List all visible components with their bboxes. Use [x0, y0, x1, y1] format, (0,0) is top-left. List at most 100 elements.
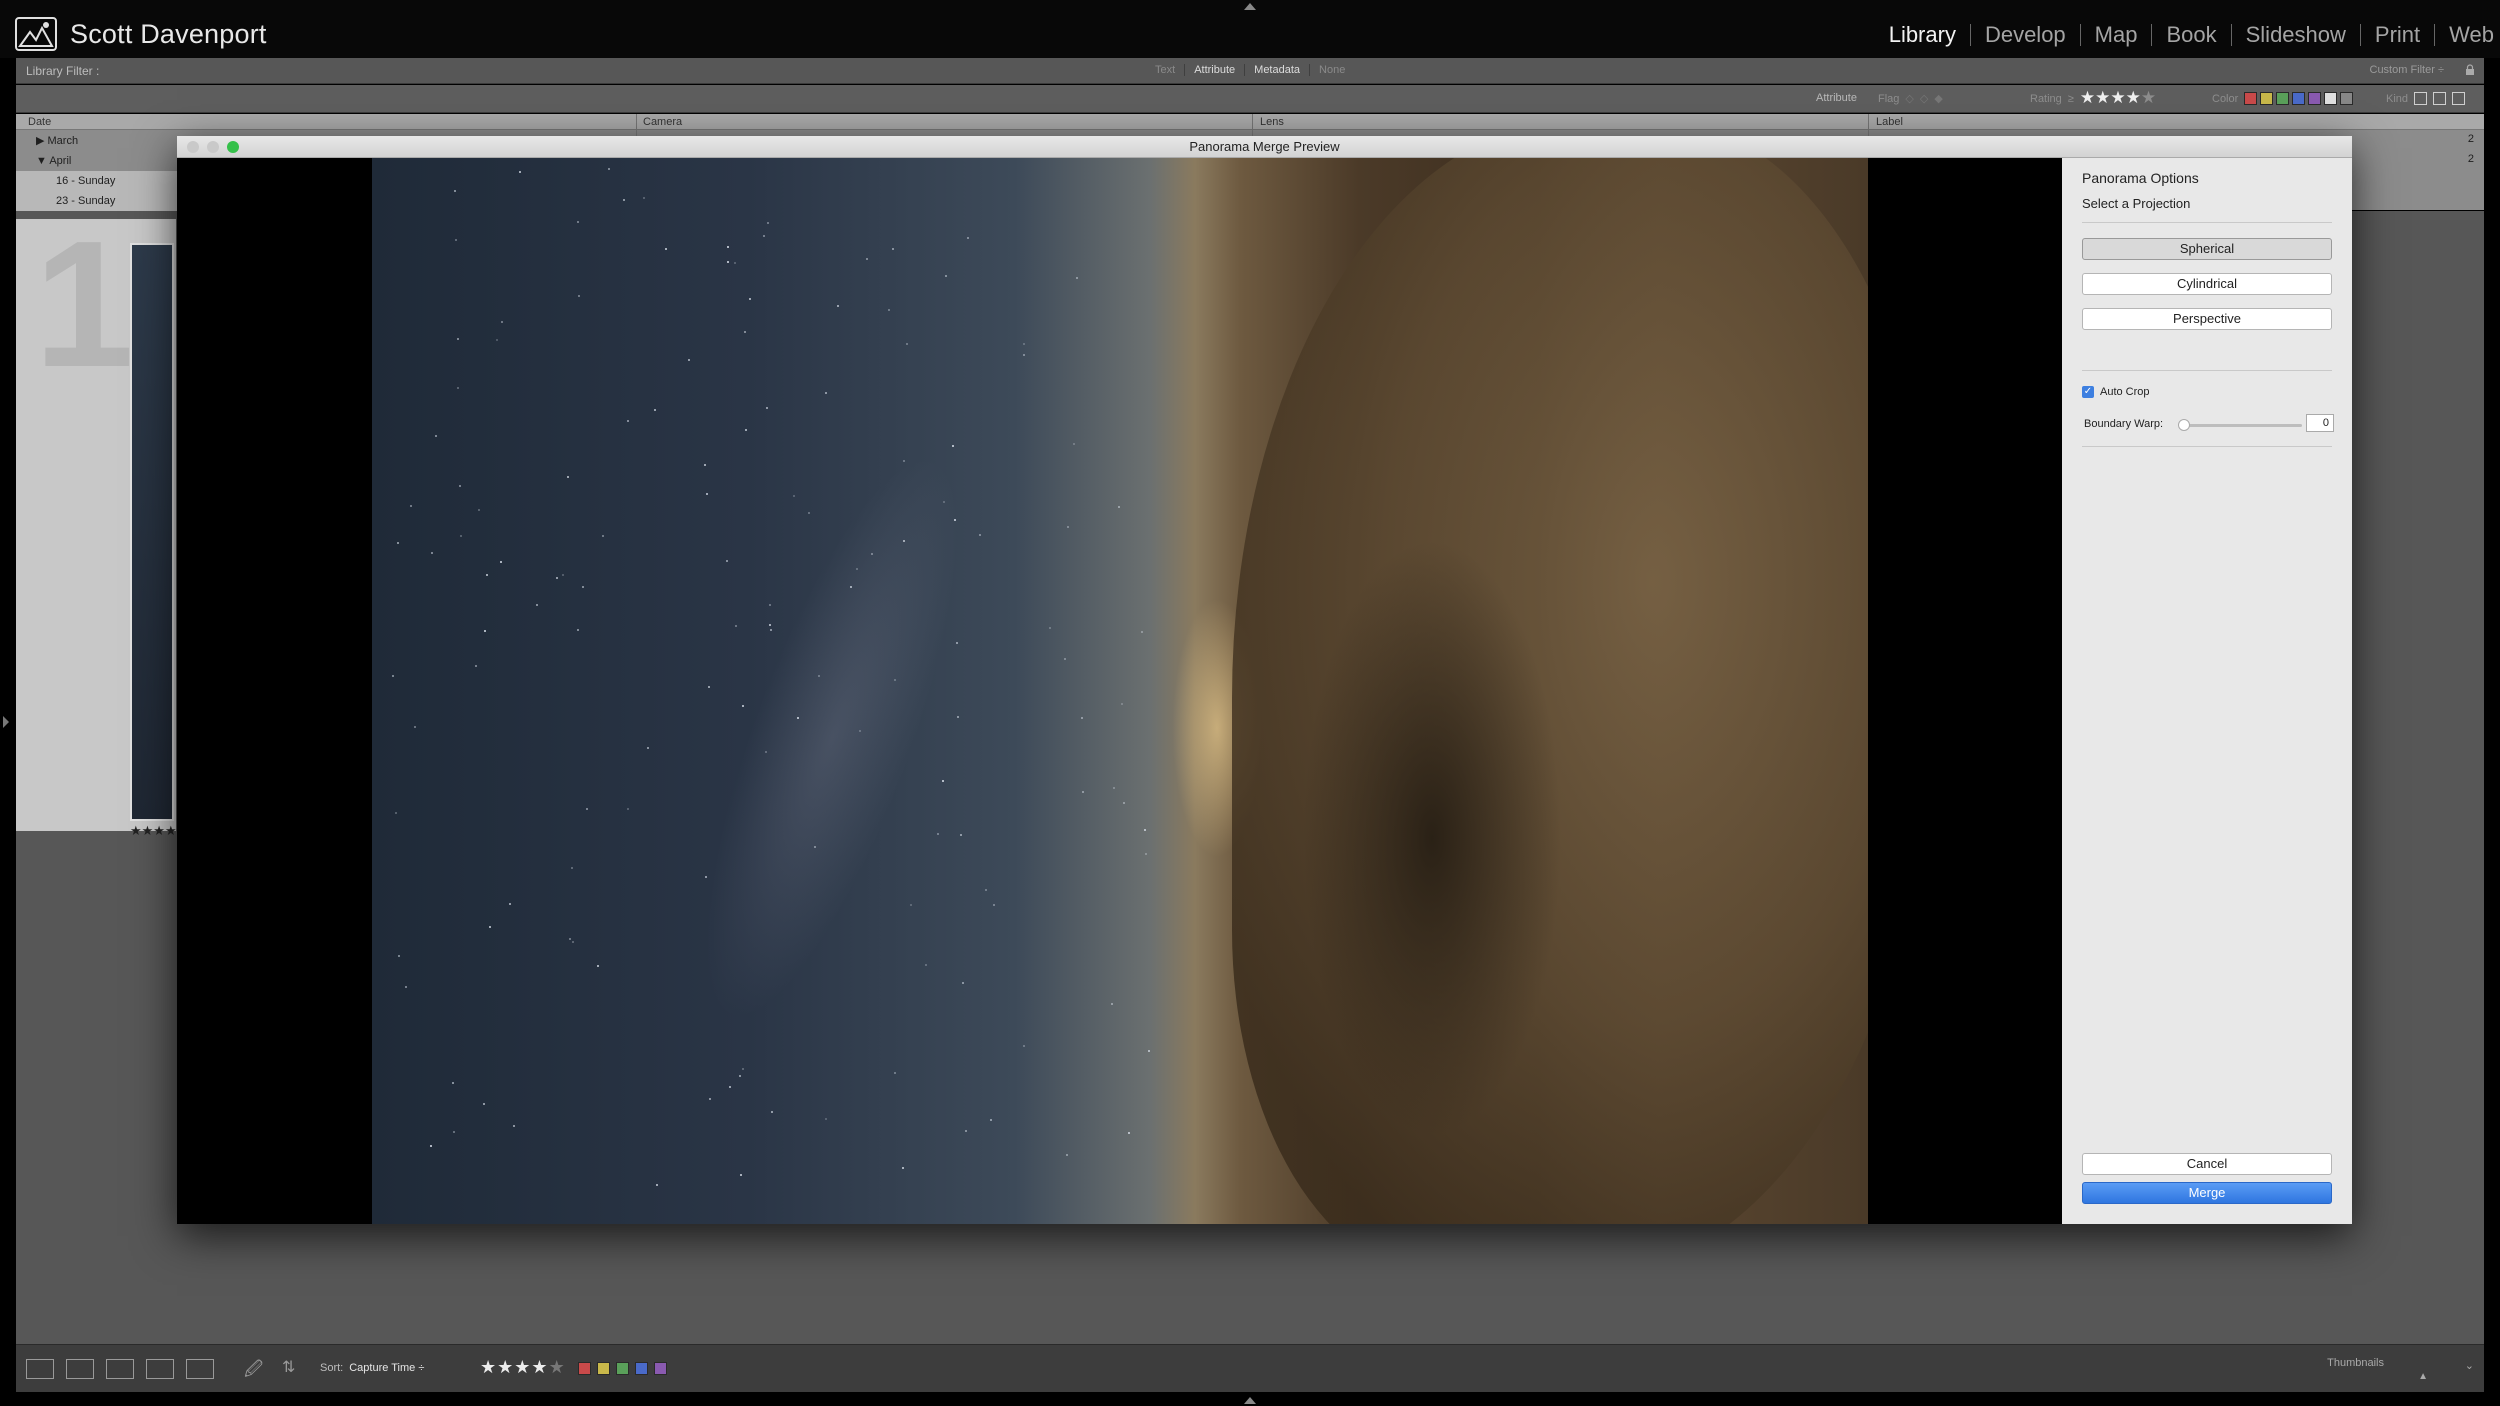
filmstrip-toggle[interactable]	[1244, 1397, 1256, 1404]
module-library[interactable]: Library	[1875, 24, 1971, 46]
rating-stars[interactable]: ★★★★★	[480, 1357, 566, 1378]
merge-button[interactable]: Merge	[2082, 1182, 2332, 1204]
disclosure-right-icon[interactable]: ▶	[36, 135, 48, 147]
star-icon[interactable]: ★	[2080, 88, 2095, 107]
people-view-icon[interactable]	[186, 1359, 214, 1379]
flag-reject-icon[interactable]: ◆	[1934, 92, 1942, 105]
column-camera[interactable]: Camera	[643, 116, 682, 128]
perspective-button[interactable]: Perspective	[2082, 308, 2332, 330]
auto-crop-checkbox[interactable]: ✓	[2082, 386, 2094, 398]
sky-star	[577, 221, 580, 224]
color-label-swatch[interactable]	[2292, 92, 2306, 105]
sky-star	[597, 965, 600, 968]
star-icon[interactable]: ★	[497, 1357, 514, 1377]
thumbnail-size-slider[interactable]: ▲	[2418, 1371, 2428, 1382]
module-print[interactable]: Print	[2361, 24, 2436, 46]
sky-star	[936, 832, 939, 835]
sort-control[interactable]: Sort: Capture Time ÷	[320, 1362, 424, 1374]
sky-star	[578, 294, 581, 297]
star-icon[interactable]: ★	[531, 1357, 548, 1377]
module-slideshow[interactable]: Slideshow	[2232, 24, 2361, 46]
color-label-swatch[interactable]	[578, 1362, 591, 1375]
sky-star	[394, 812, 397, 815]
filter-tab-none[interactable]: None	[1310, 64, 1354, 76]
top-panel-toggle[interactable]	[1244, 3, 1256, 10]
flag-unflagged-icon[interactable]: ◇	[1920, 92, 1928, 105]
column-date[interactable]: Date	[28, 116, 51, 128]
disclosure-down-icon[interactable]: ▼	[36, 155, 49, 167]
sky-star	[956, 716, 959, 719]
cylindrical-button[interactable]: Cylindrical	[2082, 273, 2332, 295]
color-label-swatch[interactable]	[654, 1362, 667, 1375]
star-icon[interactable]: ★	[480, 1357, 497, 1377]
kind-virtual-copy-icon[interactable]	[2433, 92, 2447, 105]
color-label-swatch[interactable]	[2276, 92, 2290, 105]
sky-star	[397, 542, 400, 545]
lock-icon[interactable]	[2464, 64, 2476, 76]
sky-star	[764, 751, 767, 754]
sky-star	[643, 196, 646, 199]
sky-star	[456, 337, 459, 340]
module-develop[interactable]: Develop	[1971, 24, 2081, 46]
module-web[interactable]: Web	[2435, 24, 2500, 46]
color-label-swatch[interactable]	[635, 1362, 648, 1375]
compare-view-icon[interactable]	[106, 1359, 134, 1379]
toolbar-menu-icon[interactable]: ⌄	[2465, 1359, 2474, 1372]
module-map[interactable]: Map	[2081, 24, 2153, 46]
boundary-warp-track[interactable]	[2180, 424, 2302, 427]
boundary-warp-value-field[interactable]: 0	[2306, 414, 2334, 432]
identity-plate[interactable]: Scott Davenport	[14, 14, 267, 54]
star-icon[interactable]: ★	[2095, 88, 2110, 107]
sort-value[interactable]: Capture Time ÷	[349, 1362, 424, 1374]
sky-star	[734, 261, 737, 264]
thumbnail-image[interactable]	[130, 243, 174, 821]
spherical-button[interactable]: Spherical	[2082, 238, 2332, 260]
sky-star	[901, 1167, 904, 1170]
module-book[interactable]: Book	[2152, 24, 2232, 46]
dialog-titlebar[interactable]: Panorama Merge Preview	[177, 136, 2352, 158]
color-label-swatch[interactable]	[2324, 92, 2338, 105]
filter-tab-metadata[interactable]: Metadata	[1245, 64, 1311, 76]
star-icon[interactable]: ★	[2110, 88, 2125, 107]
star-icon[interactable]: ★	[549, 1357, 566, 1377]
loupe-view-icon[interactable]	[66, 1359, 94, 1379]
sky-star	[430, 1144, 433, 1147]
color-label-swatch[interactable]	[2340, 92, 2354, 105]
color-label-swatch[interactable]	[616, 1362, 629, 1375]
boundary-warp-slider[interactable]	[2178, 419, 2190, 431]
grid-view-icon[interactable]	[26, 1359, 54, 1379]
auto-crop-label: Auto Crop	[2100, 386, 2150, 398]
filter-tab-attribute[interactable]: Attribute	[1185, 64, 1246, 76]
sky-star	[1067, 526, 1070, 529]
star-icon[interactable]: ★	[2141, 88, 2156, 107]
flag-pick-icon[interactable]: ◇	[1905, 92, 1913, 105]
star-icon[interactable]: ★	[2126, 88, 2141, 107]
rating-filter-stars[interactable]: ★★★★★	[2080, 89, 2156, 106]
rating-operator[interactable]: ≥	[2068, 93, 2074, 105]
auto-crop-option[interactable]: ✓ Auto Crop	[2082, 386, 2150, 398]
dune-shadow	[1302, 538, 1562, 1138]
identity-logo-icon	[15, 17, 57, 51]
sky-star	[741, 705, 744, 708]
sky-star	[1144, 853, 1147, 856]
color-label-swatch[interactable]	[597, 1362, 610, 1375]
cancel-button[interactable]: Cancel	[2082, 1153, 2332, 1175]
painter-icon[interactable]: 🖉	[244, 1357, 263, 1387]
star-icon[interactable]: ★	[514, 1357, 531, 1377]
color-label-swatch[interactable]	[2260, 92, 2274, 105]
color-label-swatch[interactable]	[2244, 92, 2258, 105]
grid-cell[interactable]: 1 ★★★★	[16, 204, 177, 838]
color-label-swatch[interactable]	[2308, 92, 2322, 105]
kind-master-icon[interactable]	[2414, 92, 2428, 105]
top-bar: Scott Davenport Library Develop Map Book…	[0, 0, 2500, 58]
left-panel-toggle[interactable]	[3, 716, 9, 728]
sky-star	[601, 534, 604, 537]
survey-view-icon[interactable]	[146, 1359, 174, 1379]
kind-video-icon[interactable]	[2452, 92, 2466, 105]
custom-filter-select[interactable]: Custom Filter ÷	[2370, 64, 2445, 76]
sort-direction-icon[interactable]: ⇅	[282, 1357, 295, 1377]
column-label[interactable]: Label	[1876, 116, 1903, 128]
thumbnail-rating: ★★★★	[130, 823, 177, 838]
column-lens[interactable]: Lens	[1260, 116, 1284, 128]
filter-tab-text[interactable]: Text	[1146, 64, 1186, 76]
